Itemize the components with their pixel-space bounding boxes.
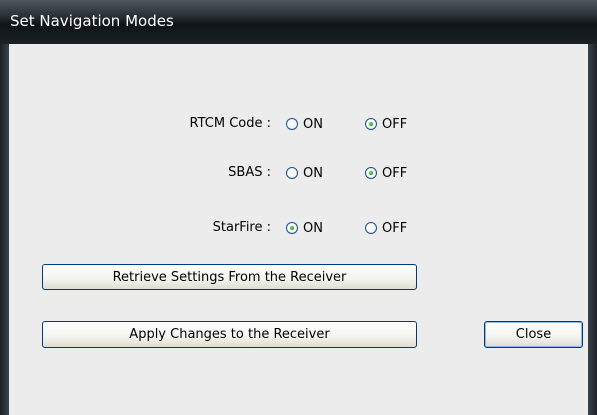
starfire-on-radio[interactable]: ON (286, 218, 323, 238)
starfire-off-radio[interactable]: OFF (365, 218, 407, 238)
radio-circle-icon (286, 167, 298, 179)
sbas-label-container: SBAS : (9, 163, 271, 183)
dialog-window: Set Navigation Modes RTCM Code : ON OFF … (0, 0, 597, 415)
radio-selected-icon (365, 167, 377, 179)
rtcm-on-radio[interactable]: ON (286, 114, 323, 134)
close-button[interactable]: Close (484, 321, 583, 348)
dialog-client-area: RTCM Code : ON OFF SBAS : ON OFF StarFir… (9, 44, 588, 415)
sbas-on-label: ON (303, 165, 323, 181)
starfire-on-label: ON (303, 220, 323, 236)
sbas-off-radio[interactable]: OFF (365, 163, 407, 183)
starfire-label-container: StarFire : (9, 218, 271, 238)
sbas-off-label: OFF (382, 165, 408, 181)
radio-circle-icon (365, 222, 377, 234)
window-frame-left (0, 44, 9, 415)
title-bar[interactable]: Set Navigation Modes (0, 0, 597, 44)
radio-selected-icon (286, 222, 298, 234)
rtcm-off-label: OFF (382, 116, 408, 132)
rtcm-off-radio[interactable]: OFF (365, 114, 407, 134)
retrieve-settings-button[interactable]: Retrieve Settings From the Receiver (42, 264, 417, 290)
starfire-label: StarFire : (212, 220, 271, 235)
radio-selected-icon (365, 118, 377, 130)
rtcm-on-label: ON (303, 116, 323, 132)
rtcm-label-container: RTCM Code : (9, 114, 272, 134)
starfire-off-label: OFF (382, 220, 408, 236)
radio-circle-icon (286, 118, 298, 130)
window-title: Set Navigation Modes (10, 12, 174, 30)
rtcm-code-label: RTCM Code : (189, 116, 272, 131)
apply-changes-button[interactable]: Apply Changes to the Receiver (42, 321, 417, 348)
sbas-on-radio[interactable]: ON (286, 163, 323, 183)
sbas-label: SBAS : (228, 165, 271, 180)
window-frame-right (588, 44, 597, 415)
